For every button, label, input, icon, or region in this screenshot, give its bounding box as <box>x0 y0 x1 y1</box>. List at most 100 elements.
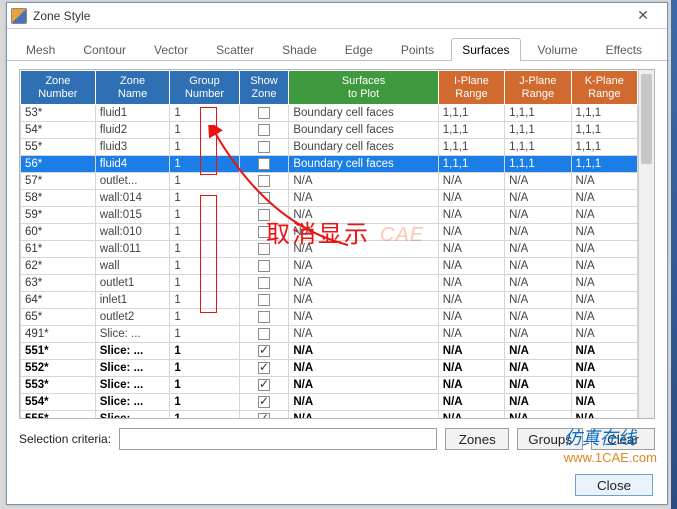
table-row[interactable]: 58*wall:0141N/AN/AN/AN/A <box>21 190 638 207</box>
show-zone-cell[interactable] <box>239 394 289 411</box>
col-header[interactable]: ShowZone <box>239 71 289 105</box>
table-row[interactable]: 552*Slice: ...1N/AN/AN/AN/A <box>21 360 638 377</box>
show-zone-checkbox[interactable] <box>258 277 270 289</box>
tab-surfaces[interactable]: Surfaces <box>451 38 520 61</box>
table-row[interactable]: 57*outlet...1N/AN/AN/AN/A <box>21 173 638 190</box>
table-row[interactable]: 553*Slice: ...1N/AN/AN/AN/A <box>21 377 638 394</box>
col-header[interactable]: Surfacesto Plot <box>289 71 438 105</box>
show-zone-checkbox[interactable] <box>258 107 270 119</box>
show-zone-cell[interactable] <box>239 326 289 343</box>
show-zone-cell[interactable] <box>239 207 289 224</box>
col-header[interactable]: ZoneName <box>95 71 170 105</box>
show-zone-cell[interactable] <box>239 309 289 326</box>
show-zone-cell[interactable] <box>239 190 289 207</box>
show-zone-checkbox[interactable] <box>258 209 270 221</box>
table-row[interactable]: 63*outlet11N/AN/AN/AN/A <box>21 275 638 292</box>
grid-body: ZoneNumberZoneNameGroupNumberShowZoneSur… <box>20 70 638 418</box>
zone-number: 491* <box>21 326 96 343</box>
i-plane: N/A <box>438 207 504 224</box>
show-zone-cell[interactable] <box>239 411 289 419</box>
tab-mesh[interactable]: Mesh <box>15 38 66 61</box>
show-zone-cell[interactable] <box>239 156 289 173</box>
show-zone-cell[interactable] <box>239 122 289 139</box>
show-zone-checkbox[interactable] <box>258 345 270 357</box>
show-zone-checkbox[interactable] <box>258 294 270 306</box>
show-zone-cell[interactable] <box>239 258 289 275</box>
table-row[interactable]: 555*Slice: ...1N/AN/AN/AN/A <box>21 411 638 419</box>
show-zone-cell[interactable] <box>239 173 289 190</box>
tab-scatter[interactable]: Scatter <box>205 38 265 61</box>
col-header[interactable]: ZoneNumber <box>21 71 96 105</box>
tab-volume[interactable]: Volume <box>527 38 589 61</box>
show-zone-cell[interactable] <box>239 224 289 241</box>
table-row[interactable]: 64*inlet11N/AN/AN/AN/A <box>21 292 638 309</box>
table-row[interactable]: 61*wall:0111N/AN/AN/AN/A <box>21 241 638 258</box>
table-row[interactable]: 56*fluid41Boundary cell faces1,1,11,1,11… <box>21 156 638 173</box>
table-row[interactable]: 54*fluid21Boundary cell faces1,1,11,1,11… <box>21 122 638 139</box>
k-plane: N/A <box>571 377 637 394</box>
show-zone-checkbox[interactable] <box>258 141 270 153</box>
j-plane: 1,1,1 <box>505 105 571 122</box>
show-zone-checkbox[interactable] <box>258 328 270 340</box>
col-header[interactable]: K-PlaneRange <box>571 71 637 105</box>
show-zone-cell[interactable] <box>239 275 289 292</box>
clear-button[interactable]: Clear <box>591 428 655 450</box>
tab-points[interactable]: Points <box>390 38 445 61</box>
show-zone-checkbox[interactable] <box>258 226 270 238</box>
group-number: 1 <box>170 309 239 326</box>
i-plane: N/A <box>438 258 504 275</box>
zone-number: 65* <box>21 309 96 326</box>
col-header[interactable]: GroupNumber <box>170 71 239 105</box>
show-zone-checkbox[interactable] <box>258 362 270 374</box>
k-plane: N/A <box>571 241 637 258</box>
tab-effects[interactable]: Effects <box>595 38 653 61</box>
scrollbar[interactable] <box>638 70 654 418</box>
zone-number: 64* <box>21 292 96 309</box>
show-zone-cell[interactable] <box>239 241 289 258</box>
table-row[interactable]: 554*Slice: ...1N/AN/AN/AN/A <box>21 394 638 411</box>
zone-number: 552* <box>21 360 96 377</box>
show-zone-checkbox[interactable] <box>258 379 270 391</box>
show-zone-checkbox[interactable] <box>258 158 270 170</box>
col-header[interactable]: J-PlaneRange <box>505 71 571 105</box>
table-row[interactable]: 53*fluid11Boundary cell faces1,1,11,1,11… <box>21 105 638 122</box>
table-row[interactable]: 59*wall:0151N/AN/AN/AN/A <box>21 207 638 224</box>
table-row[interactable]: 55*fluid31Boundary cell faces1,1,11,1,11… <box>21 139 638 156</box>
tab-vector[interactable]: Vector <box>143 38 199 61</box>
table-row[interactable]: 491*Slice: ...1N/AN/AN/AN/A <box>21 326 638 343</box>
col-header[interactable]: I-PlaneRange <box>438 71 504 105</box>
show-zone-checkbox[interactable] <box>258 192 270 204</box>
i-plane: 1,1,1 <box>438 156 504 173</box>
tab-contour[interactable]: Contour <box>72 38 137 61</box>
zones-button[interactable]: Zones <box>445 428 509 450</box>
table-row[interactable]: 551*Slice: ...1N/AN/AN/AN/A <box>21 343 638 360</box>
table-row[interactable]: 65*outlet21N/AN/AN/AN/A <box>21 309 638 326</box>
zone-name: Slice: ... <box>95 377 170 394</box>
show-zone-checkbox[interactable] <box>258 175 270 187</box>
show-zone-cell[interactable] <box>239 105 289 122</box>
j-plane: N/A <box>505 207 571 224</box>
show-zone-cell[interactable] <box>239 139 289 156</box>
scrollbar-thumb[interactable] <box>641 74 652 164</box>
show-zone-checkbox[interactable] <box>258 396 270 408</box>
window-close-button[interactable]: ✕ <box>623 5 663 27</box>
selection-criteria-input[interactable] <box>119 428 437 450</box>
show-zone-cell[interactable] <box>239 360 289 377</box>
table-row[interactable]: 60*wall:0101N/AN/AN/AN/A <box>21 224 638 241</box>
show-zone-cell[interactable] <box>239 343 289 360</box>
show-zone-checkbox[interactable] <box>258 243 270 255</box>
groups-button[interactable]: Groups <box>517 428 583 450</box>
surfaces: N/A <box>289 207 438 224</box>
table-row[interactable]: 62*wall1N/AN/AN/AN/A <box>21 258 638 275</box>
tab-shade[interactable]: Shade <box>271 38 328 61</box>
show-zone-cell[interactable] <box>239 292 289 309</box>
zone-number: 555* <box>21 411 96 419</box>
close-button[interactable]: Close <box>575 474 653 496</box>
show-zone-checkbox[interactable] <box>258 311 270 323</box>
show-zone-cell[interactable] <box>239 377 289 394</box>
show-zone-checkbox[interactable] <box>258 124 270 136</box>
show-zone-checkbox[interactable] <box>258 260 270 272</box>
tab-edge[interactable]: Edge <box>334 38 384 61</box>
show-zone-checkbox[interactable] <box>258 413 270 418</box>
surfaces: N/A <box>289 224 438 241</box>
